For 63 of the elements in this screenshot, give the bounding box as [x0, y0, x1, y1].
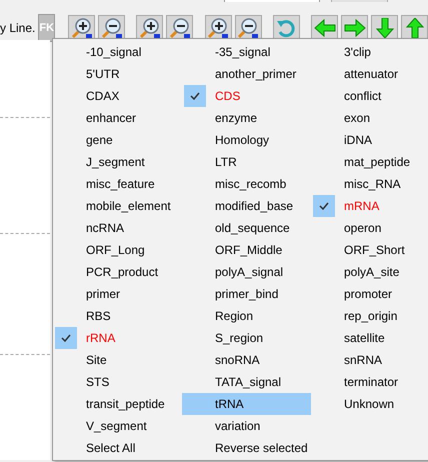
arrow-icon — [404, 18, 426, 38]
menu-item[interactable]: LTR — [182, 151, 311, 173]
menu-item[interactable]: enhancer — [53, 107, 182, 129]
menu-item[interactable]: tRNA — [182, 393, 311, 415]
menu-item[interactable]: primer_bind — [182, 283, 311, 305]
arrow-icon — [344, 18, 366, 38]
menu-item[interactable]: -35_signal — [182, 41, 311, 63]
line-label: y Line. — [0, 20, 36, 37]
menu-item[interactable]: Reverse selected — [182, 437, 311, 459]
arrow-icon — [314, 18, 336, 38]
menu-item[interactable]: misc_RNA — [311, 173, 428, 195]
menu-item[interactable]: exon — [311, 107, 428, 129]
menu-item[interactable]: S_region — [182, 327, 311, 349]
menu-item[interactable]: ncRNA — [53, 217, 182, 239]
menu-item[interactable]: conflict — [311, 85, 428, 107]
menu-item[interactable]: ORF_Long — [53, 239, 182, 261]
menu-item[interactable]: modified_base — [182, 195, 311, 217]
menu-item[interactable]: satellite — [311, 327, 428, 349]
menu-item[interactable]: polyA_signal — [182, 261, 311, 283]
menu-item[interactable]: snoRNA — [182, 349, 311, 371]
menu-item[interactable]: Homology — [182, 129, 311, 151]
menu-item[interactable]: promoter — [311, 283, 428, 305]
menu-item[interactable]: -10_signal — [53, 41, 182, 63]
menu-item[interactable]: Region — [182, 305, 311, 327]
menu-item[interactable]: TATA_signal — [182, 371, 311, 393]
arrow-icon — [374, 18, 396, 38]
menu-item[interactable]: CDAX — [53, 85, 182, 107]
menu-item[interactable]: misc_feature — [53, 173, 182, 195]
menu-item[interactable]: mRNA — [311, 195, 428, 217]
menu-item[interactable]: enzyme — [182, 107, 311, 129]
menu-item[interactable]: PCR_product — [53, 261, 182, 283]
menu-item[interactable]: rRNA — [53, 327, 182, 349]
menu-item[interactable]: ORF_Middle — [182, 239, 311, 261]
zoom-out-icon — [100, 17, 123, 39]
menu-item[interactable]: transit_peptide — [53, 393, 182, 415]
menu-item[interactable]: V_segment — [53, 415, 182, 437]
menu-item[interactable]: gene — [53, 129, 182, 151]
menu-item[interactable]: mobile_element — [53, 195, 182, 217]
menu-item[interactable]: snRNA — [311, 349, 428, 371]
menu-item[interactable]: Site — [53, 349, 182, 371]
menu-item[interactable]: RBS — [53, 305, 182, 327]
menu-item[interactable]: 3'clip — [311, 41, 428, 63]
zoom-out-icon — [168, 17, 191, 39]
menu-item[interactable]: another_primer — [182, 63, 311, 85]
menu-item[interactable]: CDS — [182, 85, 311, 107]
menu-item[interactable]: ORF_Short — [311, 239, 428, 261]
menu-item[interactable]: J_segment — [53, 151, 182, 173]
menu-item[interactable]: variation — [182, 415, 311, 437]
menu-item[interactable]: terminator — [311, 371, 428, 393]
menu-item[interactable]: iDNA — [311, 129, 428, 151]
menu-item[interactable]: rep_origin — [311, 305, 428, 327]
menu-item[interactable]: polyA_site — [311, 261, 428, 283]
menu-item[interactable]: primer — [53, 283, 182, 305]
menu-item[interactable]: mat_peptide — [311, 151, 428, 173]
menu-item[interactable]: attenuator — [311, 63, 428, 85]
menu-item[interactable]: operon — [311, 217, 428, 239]
menu-item[interactable]: 5'UTR — [53, 63, 182, 85]
menu-item[interactable]: old_sequence — [182, 217, 311, 239]
zoom-out-icon — [237, 17, 260, 39]
menu-item[interactable]: misc_recomb — [182, 173, 311, 195]
menu-item[interactable]: STS — [53, 371, 182, 393]
menu-item[interactable]: Unknown — [311, 393, 428, 415]
menu-item[interactable]: Select All — [53, 437, 182, 459]
